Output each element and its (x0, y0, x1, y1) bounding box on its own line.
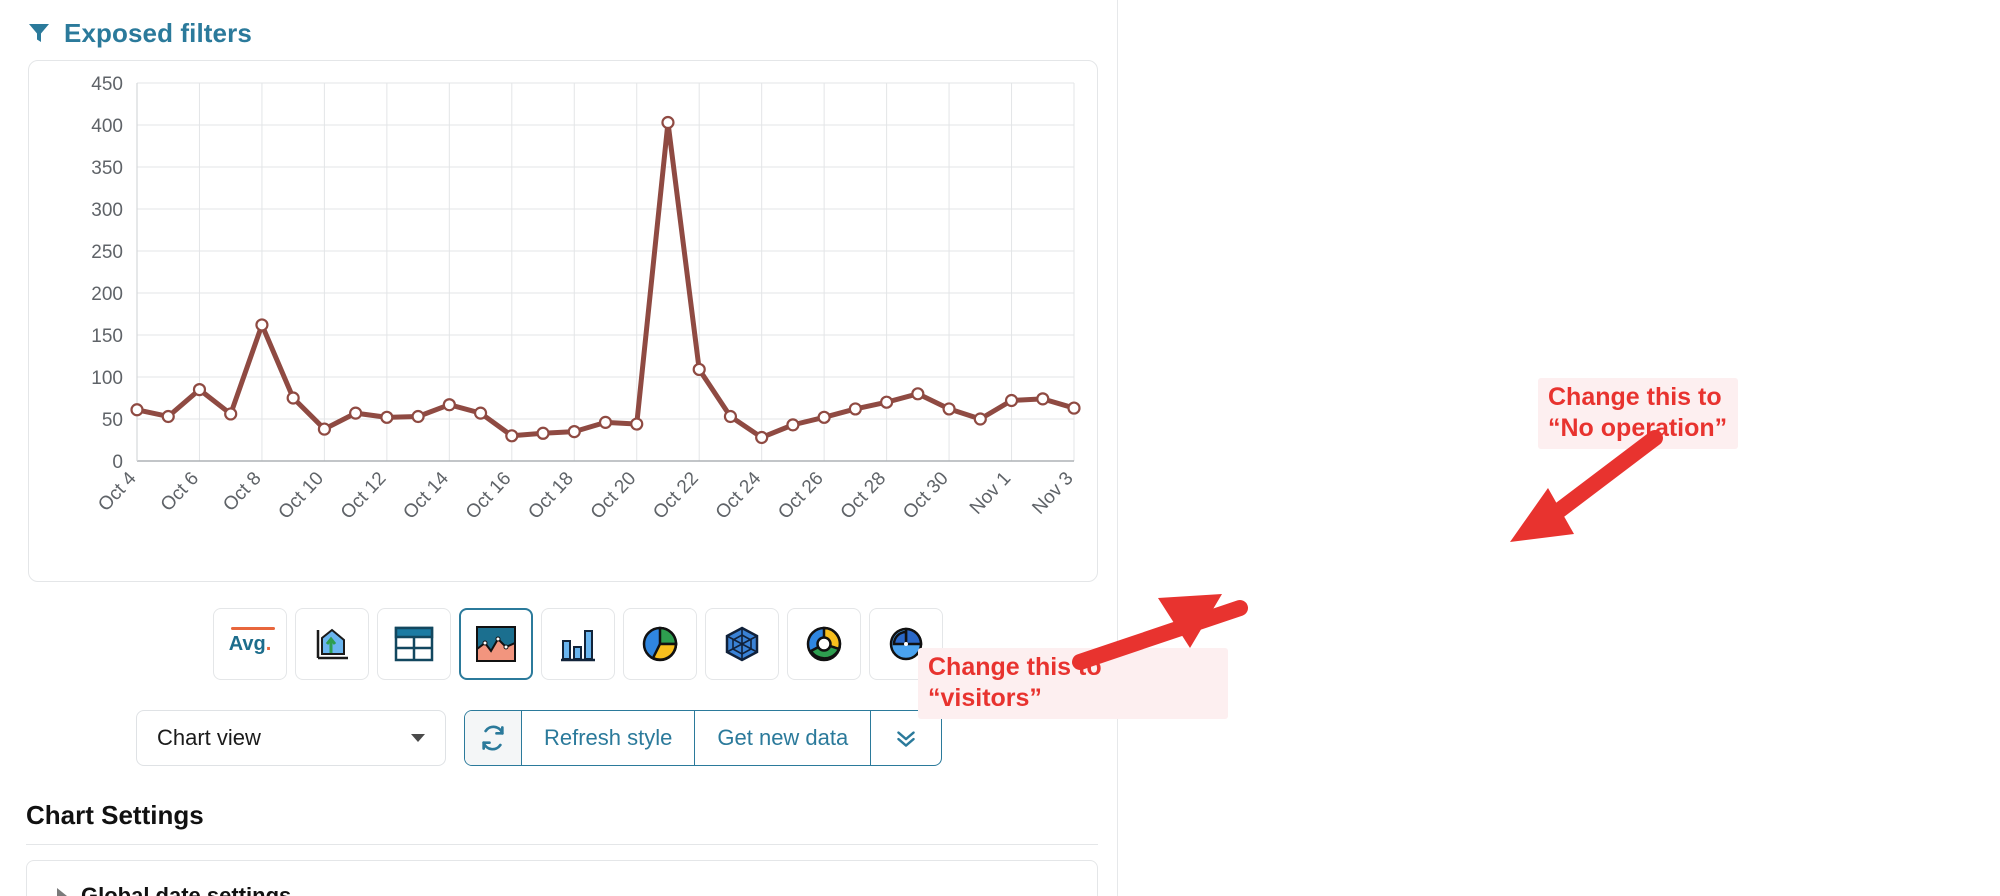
annotation-visitors: Change this to “visitors” (918, 648, 1228, 719)
chart-type-kpi-average[interactable]: Avg. (213, 608, 287, 680)
exposed-filters-label: Exposed filters (64, 17, 252, 48)
chart-type-table[interactable] (377, 608, 451, 680)
chart-type-selector[interactable]: Avg. (213, 608, 943, 680)
svg-text:Nov 3: Nov 3 (1028, 468, 1077, 519)
refresh-icon (482, 725, 504, 751)
svg-text:Oct 8: Oct 8 (219, 468, 265, 516)
view-mode-select[interactable]: Chart view (136, 710, 446, 766)
svg-text:300: 300 (91, 200, 123, 221)
svg-text:Oct 20: Oct 20 (587, 468, 641, 523)
radar-chart-icon (725, 626, 759, 662)
refresh-button-group: Refresh style Get new data (464, 710, 943, 766)
svg-text:Oct 10: Oct 10 (275, 468, 329, 523)
svg-text:450: 450 (91, 74, 123, 95)
global-date-settings-label: Global date settings (81, 883, 292, 896)
svg-text:Oct 18: Oct 18 (524, 468, 578, 523)
svg-text:Oct 22: Oct 22 (649, 468, 703, 523)
chart-type-pie[interactable] (623, 608, 697, 680)
view-mode-value: Chart view (157, 725, 261, 750)
bar-chart-icon (561, 630, 595, 662)
chart-type-line-area[interactable] (459, 608, 533, 680)
chart-builder-screen: Exposed filters 0 50 100 150 200 250 300 350 400… (0, 0, 2000, 896)
chart-type-kpi-growth[interactable] (295, 608, 369, 680)
svg-text:150: 150 (91, 326, 123, 347)
chart-type-doughnut[interactable] (787, 608, 861, 680)
chart-controls: Chart view Refresh style Get new data (136, 710, 943, 766)
chevron-down-icon (411, 734, 425, 742)
get-new-data-label: Get new data (717, 725, 849, 750)
svg-text:Oct 12: Oct 12 (337, 468, 391, 523)
funnel-icon (26, 21, 52, 45)
svg-text:250: 250 (91, 242, 123, 263)
svg-text:Oct 28: Oct 28 (837, 468, 891, 523)
table-icon (394, 626, 434, 662)
svg-text:50: 50 (102, 410, 123, 431)
exposed-filters-header: Exposed filters (26, 12, 1117, 54)
svg-text:Oct 24: Oct 24 (712, 468, 766, 524)
chart-preview-card: 0 50 100 150 200 250 300 350 400 450 Oct 4 Oct 6 Oct… (28, 60, 1098, 582)
triangle-right-icon (57, 888, 67, 896)
pie-chart-icon (642, 626, 678, 662)
line-chart[interactable]: 0 50 100 150 200 250 300 350 400 450 Oct 4 Oct 6 Oct… (29, 61, 1097, 581)
chart-settings-title: Chart Settings (26, 800, 204, 830)
svg-text:Oct 26: Oct 26 (774, 468, 828, 523)
refresh-icon-button[interactable] (465, 711, 522, 765)
divider (26, 844, 1098, 845)
growth-icon (316, 628, 348, 660)
svg-text:Oct 30: Oct 30 (899, 468, 953, 523)
svg-text:Oct 6: Oct 6 (157, 468, 203, 516)
chevron-double-down-icon (897, 731, 916, 747)
annotation-no-operation: Change this to “No operation” (1538, 378, 1738, 449)
chart-preview-pane: Exposed filters 0 50 100 150 200 250 300 350 400… (0, 0, 1118, 896)
get-new-data-button[interactable]: Get new data (694, 711, 870, 765)
svg-text:100: 100 (91, 368, 123, 389)
expand-options-button[interactable] (870, 711, 941, 765)
line-area-icon (476, 626, 516, 662)
svg-text:400: 400 (91, 116, 123, 137)
global-date-settings-panel[interactable]: Global date settings (26, 860, 1098, 896)
chart-type-bar[interactable] (541, 608, 615, 680)
avg-icon: Avg. (228, 626, 275, 655)
svg-text:Oct 4: Oct 4 (94, 468, 141, 516)
svg-text:350: 350 (91, 158, 123, 179)
doughnut-chart-icon (806, 626, 842, 662)
svg-text:200: 200 (91, 284, 123, 305)
svg-text:Oct 14: Oct 14 (399, 468, 453, 524)
svg-text:Nov 1: Nov 1 (966, 468, 1015, 519)
svg-text:Oct 16: Oct 16 (462, 468, 516, 523)
svg-text:0: 0 (112, 452, 123, 473)
refresh-style-label: Refresh style (544, 725, 673, 750)
chart-type-radar[interactable] (705, 608, 779, 680)
refresh-style-button[interactable]: Refresh style (522, 711, 694, 765)
